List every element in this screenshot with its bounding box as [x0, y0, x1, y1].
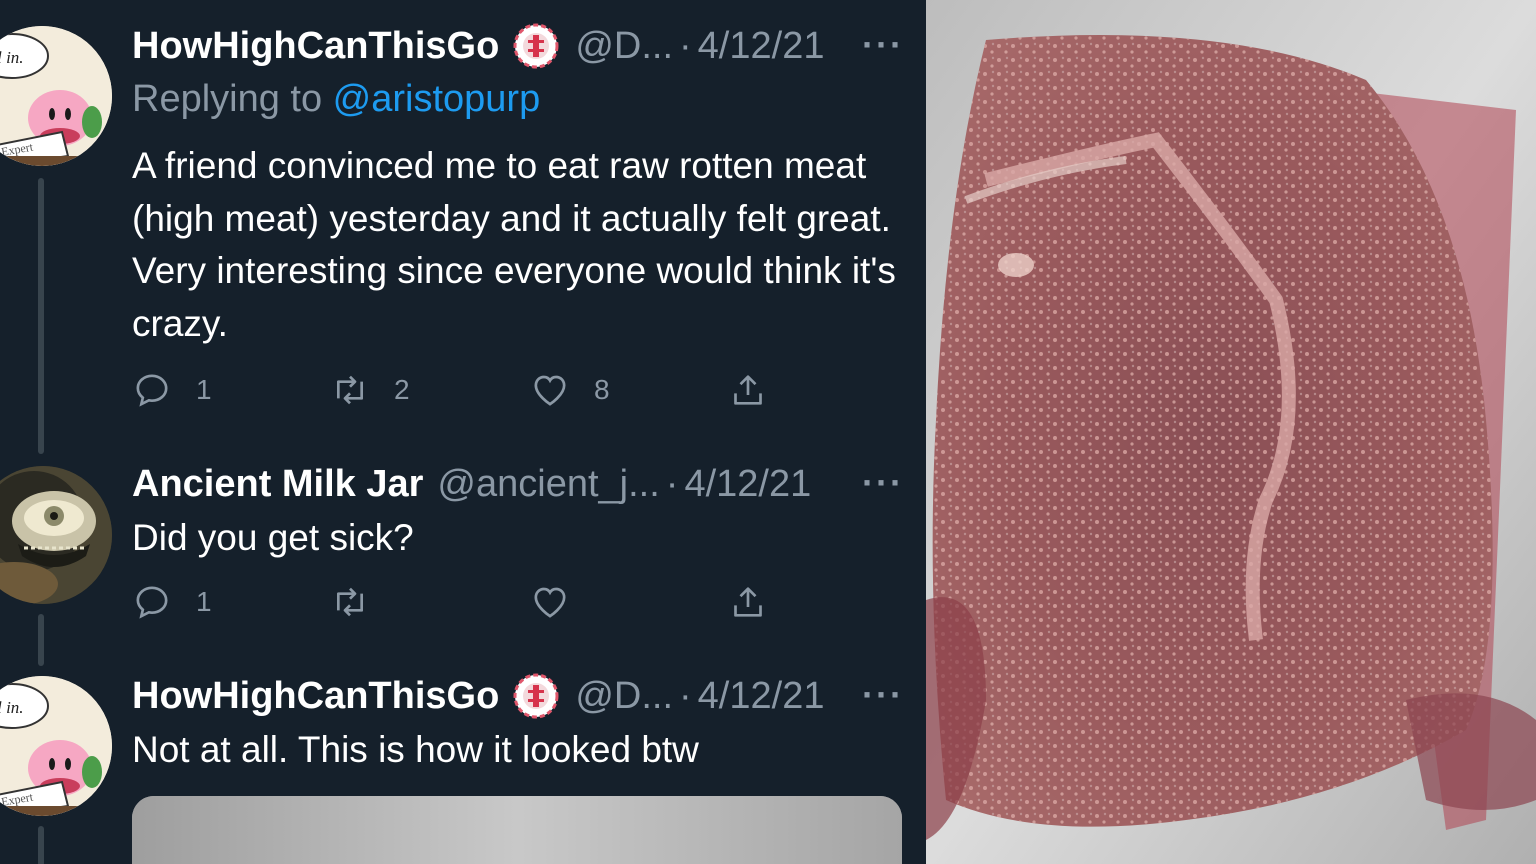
more-options-icon[interactable]: ··· [862, 24, 904, 66]
separator: · [679, 24, 692, 67]
avatar[interactable]: All in. Expert [0, 26, 112, 166]
replying-to: Replying to @aristopurp [132, 78, 540, 121]
display-name[interactable]: HowHighCanThisGo [132, 675, 499, 718]
reply-icon [136, 374, 168, 407]
display-name[interactable]: HowHighCanThisGo [132, 25, 499, 68]
handle[interactable]: @D... [575, 25, 673, 68]
avatar[interactable]: All in. Expert [0, 676, 112, 816]
heart-icon [534, 587, 566, 618]
share-icon [734, 587, 762, 617]
heart-icon [534, 375, 566, 406]
replying-prefix: Replying to [132, 78, 333, 120]
retweet-count: 2 [394, 374, 410, 405]
handle[interactable]: @ancient_j... [437, 463, 659, 506]
tweet-media-image[interactable] [132, 796, 902, 864]
handle[interactable]: @D... [575, 675, 673, 718]
share-icon [734, 375, 762, 405]
badge-icon [513, 673, 559, 719]
tweet-text: Not at all. This is how it looked btw [132, 729, 699, 770]
tweet-header: HowHighCanThisGo @D... · 4/12/21 [132, 20, 824, 72]
thread-line [38, 826, 44, 864]
retweet-icon [337, 375, 363, 405]
like-count: 8 [594, 374, 610, 405]
badge-icon [513, 23, 559, 69]
retweet-button[interactable]: 2 [330, 370, 410, 410]
thread-line [38, 178, 44, 454]
share-button[interactable] [728, 370, 768, 410]
reply-count: 1 [196, 374, 212, 405]
reply-button[interactable]: 1 [132, 582, 212, 622]
more-options-icon[interactable]: ··· [862, 674, 904, 716]
like-button[interactable] [530, 582, 570, 622]
tweet-thread: All in. Expert HowHighCanThisGo [0, 0, 938, 864]
timestamp[interactable]: 4/12/21 [684, 463, 811, 506]
tweet-header: Ancient Milk Jar @ancient_j... · 4/12/21 [132, 458, 811, 510]
timestamp[interactable]: 4/12/21 [698, 675, 825, 718]
display-name[interactable]: Ancient Milk Jar [132, 463, 423, 506]
meat-photo [926, 0, 1536, 864]
reply-count: 1 [196, 586, 212, 617]
tweet-text: A friend convinced me to eat raw rotten … [132, 145, 896, 344]
reply-icon [136, 586, 168, 619]
thread-line [38, 614, 44, 666]
tweet-header: HowHighCanThisGo @D... · 4/12/21 [132, 670, 824, 722]
reply-button[interactable]: 1 [132, 370, 212, 410]
tweet-text: Did you get sick? [132, 517, 414, 558]
retweet-icon [337, 587, 363, 617]
mention-link[interactable]: @aristopurp [333, 78, 541, 120]
separator: · [665, 462, 679, 505]
avatar[interactable] [0, 466, 112, 604]
svg-text:All in.: All in. [0, 48, 24, 67]
timestamp[interactable]: 4/12/21 [698, 25, 825, 68]
share-button[interactable] [728, 582, 768, 622]
separator: · [679, 674, 692, 717]
retweet-button[interactable] [330, 582, 370, 622]
like-button[interactable]: 8 [530, 370, 610, 410]
tweet-actions: 1 [132, 582, 832, 626]
svg-text:All in.: All in. [0, 698, 24, 717]
more-options-icon[interactable]: ··· [862, 462, 904, 504]
tweet-actions: 1 2 8 [132, 370, 832, 414]
